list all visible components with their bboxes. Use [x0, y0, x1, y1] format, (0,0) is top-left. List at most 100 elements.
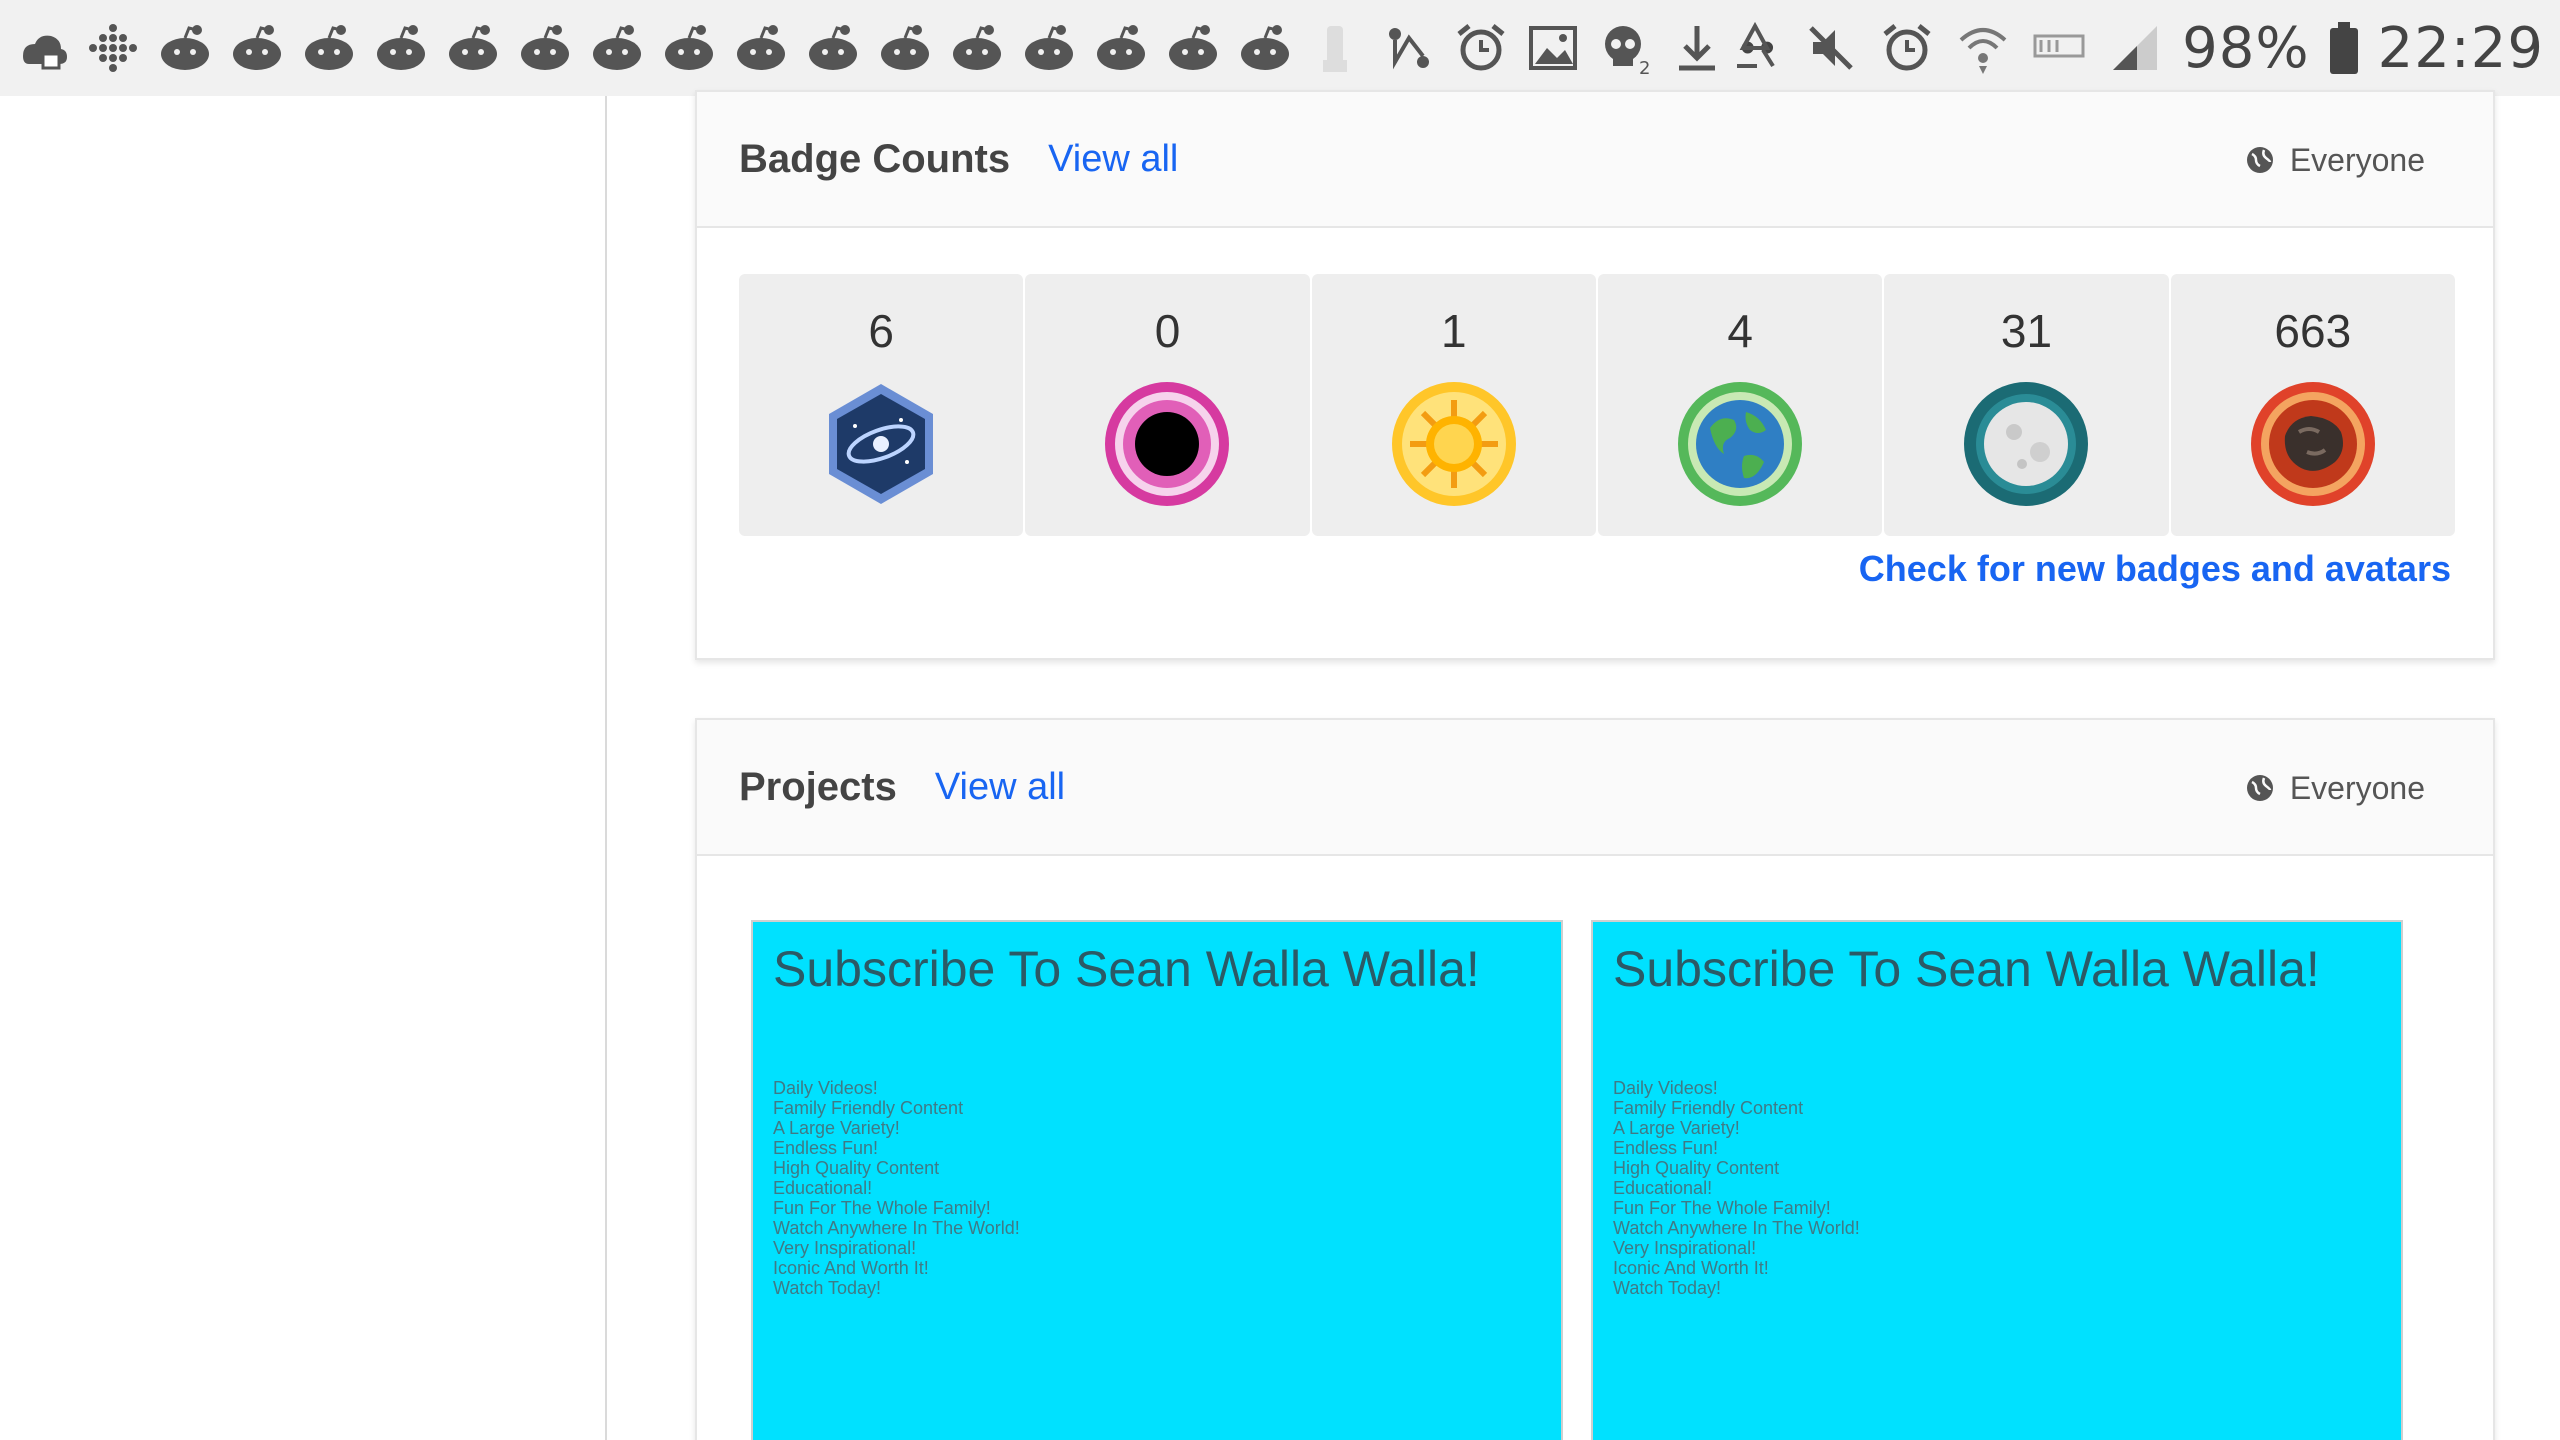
alarm-icon	[1452, 19, 1510, 77]
thumbnail-line: Watch Anywhere In The World!	[1613, 1218, 1860, 1238]
project-thumbnail[interactable]: Subscribe To Sean Walla Walla! Daily Vid…	[751, 920, 1563, 1440]
earth-badge-icon	[1674, 378, 1806, 510]
badge-count: 31	[2000, 305, 2053, 357]
badge-item-moon[interactable]: 31	[1884, 274, 2169, 536]
recycle-icon	[1726, 19, 1784, 77]
globe-icon	[2246, 774, 2274, 802]
view-all-projects-link[interactable]: View all	[935, 766, 1065, 809]
reddit-icon	[660, 19, 718, 77]
reddit-icon	[1164, 19, 1222, 77]
thumbnail-line: Iconic And Worth It!	[1613, 1258, 1769, 1278]
left-sidebar	[0, 96, 607, 1440]
download-icon	[1668, 19, 1726, 77]
galaxy-badge-icon	[815, 378, 947, 510]
thumbnail-line: Watch Anywhere In The World!	[773, 1218, 1020, 1238]
battery-percent: 98%	[2182, 15, 2310, 81]
notification-icons: 2 ••	[12, 19, 1779, 77]
moon-badge-icon	[1960, 378, 2092, 510]
route-icon	[1380, 19, 1438, 77]
thumbnail-line: Family Friendly Content	[1613, 1098, 1804, 1118]
section-title: Projects	[739, 764, 897, 809]
visibility-label: Everyone	[2289, 141, 2425, 178]
badge-item-galaxy[interactable]: 6	[739, 274, 1024, 536]
thumbnail-line: Very Inspirational!	[773, 1238, 917, 1258]
badge-counts-card: Badge Counts View all Everyone 6 0 1 4 3…	[695, 90, 2495, 660]
project-thumbnail-title: Subscribe To Sean Walla Walla!	[773, 941, 1480, 997]
thumbnail-line: Fun For The Whole Family!	[1613, 1198, 1831, 1218]
badge-counts-header: Badge Counts View all Everyone	[697, 92, 2493, 228]
project-list: Subscribe To Sean Walla Walla! Daily Vid…	[751, 920, 2403, 1440]
project-thumbnail-text: Daily Videos! Family Friendly Content A …	[773, 1078, 1541, 1298]
globe-icon	[2246, 146, 2274, 174]
reddit-icon	[156, 19, 214, 77]
thumbnail-line: Daily Videos!	[773, 1078, 878, 1098]
badge-count: 0	[1154, 305, 1181, 357]
black-hole-badge-icon	[1101, 378, 1233, 510]
reddit-icon	[372, 19, 430, 77]
badge-count: 6	[868, 305, 894, 357]
cloud-icon	[12, 19, 70, 77]
reddit-icon	[1020, 19, 1078, 77]
reddit-icon	[516, 19, 574, 77]
thumbnail-line: A Large Variety!	[1613, 1118, 1740, 1138]
reddit-icon	[300, 19, 358, 77]
lte-icon	[2030, 19, 2088, 77]
clock: 22:29	[2377, 15, 2544, 81]
reddit-icon	[588, 19, 646, 77]
badge-item-earth[interactable]: 4	[1597, 274, 1883, 536]
badge-list: 6 0 1 4 31 663	[739, 274, 2455, 536]
projects-card: Projects View all Everyone Subscribe To …	[695, 718, 2495, 1440]
image-icon	[1524, 19, 1582, 77]
check-new-badges-link[interactable]: Check for new badges and avatars	[1859, 548, 2451, 590]
thumbnail-line: Endless Fun!	[1613, 1138, 1719, 1158]
thumbnail-line: Educational!	[1613, 1178, 1713, 1198]
badge-item-sun[interactable]: 1	[1311, 274, 1596, 536]
battery-icon	[2328, 19, 2360, 77]
badge-item-black-hole[interactable]: 0	[1025, 274, 1310, 536]
wifi-icon	[1954, 19, 2012, 77]
thumbnail-line: Iconic And Worth It!	[773, 1258, 929, 1278]
svg-text:2: 2	[1639, 58, 1650, 76]
skull-icon: 2	[1596, 19, 1654, 77]
thumbnail-line: Educational!	[773, 1178, 873, 1198]
projects-header: Projects View all Everyone	[697, 720, 2493, 856]
dots-grid-icon	[84, 19, 142, 77]
thumbnail-line: A Large Variety!	[773, 1118, 900, 1138]
signal-icon	[2106, 19, 2164, 77]
mute-icon	[1802, 19, 1860, 77]
reddit-icon	[876, 19, 934, 77]
reddit-icon	[1236, 19, 1294, 77]
status-bar: 2 •• 98% 22:29	[0, 0, 2560, 96]
thumbnail-line: Watch Today!	[773, 1278, 882, 1298]
mug-icon	[1308, 19, 1366, 77]
view-all-badges-link[interactable]: View all	[1048, 138, 1178, 181]
visibility-selector[interactable]: Everyone	[2246, 720, 2425, 856]
thumbnail-line: High Quality Content	[1613, 1158, 1780, 1178]
badge-count: 1	[1441, 305, 1467, 357]
project-thumbnail[interactable]: Subscribe To Sean Walla Walla! Daily Vid…	[1591, 920, 2403, 1440]
badge-item-meteorite[interactable]: 663	[2170, 274, 2455, 536]
thumbnail-line: Endless Fun!	[773, 1138, 879, 1158]
system-status: 98% 22:29	[1726, 0, 2544, 96]
alarm-icon	[1878, 19, 1936, 77]
reddit-icon	[804, 19, 862, 77]
thumbnail-line: Daily Videos!	[1613, 1078, 1718, 1098]
reddit-icon	[1092, 19, 1150, 77]
thumbnail-line: High Quality Content	[773, 1158, 940, 1178]
thumbnail-line: Watch Today!	[1613, 1278, 1722, 1298]
sun-badge-icon	[1388, 378, 1520, 510]
badge-count: 4	[1727, 305, 1753, 357]
thumbnail-line: Fun For The Whole Family!	[773, 1198, 991, 1218]
thumbnail-line: Family Friendly Content	[773, 1098, 964, 1118]
reddit-icon	[732, 19, 790, 77]
visibility-label: Everyone	[2289, 769, 2425, 806]
project-thumbnail-title: Subscribe To Sean Walla Walla!	[1613, 941, 2320, 997]
visibility-selector[interactable]: Everyone	[2246, 92, 2425, 228]
badge-count: 663	[2274, 305, 2352, 357]
reddit-icon	[228, 19, 286, 77]
meteorite-badge-icon	[2247, 378, 2379, 510]
section-title: Badge Counts	[739, 136, 1011, 181]
thumbnail-line: Very Inspirational!	[1613, 1238, 1757, 1258]
reddit-icon	[948, 19, 1006, 77]
reddit-icon	[444, 19, 502, 77]
